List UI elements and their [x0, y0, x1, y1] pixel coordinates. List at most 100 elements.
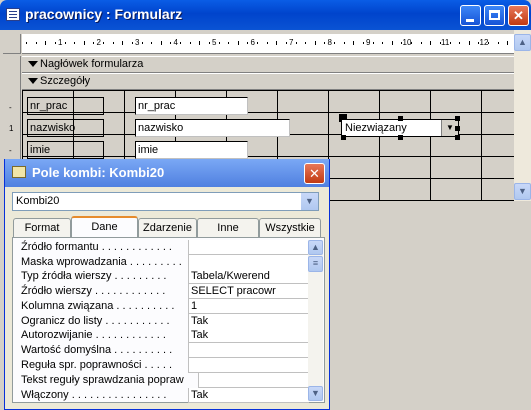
- property-value[interactable]: Tabela/Kwerend: [188, 269, 309, 284]
- ruler-tick: [35, 42, 37, 44]
- property-value[interactable]: [188, 343, 309, 358]
- section-form-header[interactable]: Nagłówek formularza: [22, 56, 514, 73]
- property-name: Kolumna związana . . . . . . . . . .: [21, 300, 175, 312]
- property-name: Reguła spr. poprawności . . . . .: [21, 359, 173, 371]
- dialog-title: Pole kombi: Kombi20: [32, 165, 165, 180]
- property-row[interactable]: Ogranicz do listy . . . . . . . . . . . T…: [18, 314, 309, 329]
- ruler-tick: [208, 42, 210, 44]
- object-select[interactable]: Kombi20 ▼: [12, 192, 319, 211]
- property-value[interactable]: [188, 240, 309, 255]
- property-row[interactable]: Źródło formantu . . . . . . . . . . . .: [18, 240, 309, 255]
- ruler-number: 1: [58, 38, 63, 47]
- resize-handle[interactable]: [455, 135, 460, 140]
- ruler-number: 12: [479, 38, 489, 47]
- property-value[interactable]: [198, 373, 309, 388]
- ruler-tick: [362, 42, 364, 44]
- chevron-down-icon[interactable]: ▼: [301, 193, 318, 210]
- ruler-tick: [218, 42, 220, 44]
- property-row[interactable]: Autorozwijanie . . . . . . . . . . . . Ta…: [18, 328, 309, 343]
- property-value[interactable]: [188, 358, 309, 373]
- ruler-tick: [507, 41, 509, 45]
- resize-handle[interactable]: [398, 135, 403, 140]
- property-name: Maska wprowadzania . . . . . . . . .: [21, 256, 182, 268]
- tab-wszystkie[interactable]: Wszystkie: [259, 218, 321, 237]
- form-icon: [6, 8, 20, 21]
- ruler-number: 6: [250, 38, 255, 47]
- ruler-tick: [247, 42, 249, 44]
- scroll-down-icon[interactable]: ▼: [514, 183, 531, 200]
- combo-value: Niezwiązany: [345, 122, 407, 134]
- property-value[interactable]: Tak: [188, 328, 309, 343]
- property-name: Źródło formantu . . . . . . . . . . . .: [21, 241, 172, 253]
- ruler-tick: [382, 42, 384, 44]
- field-textbox[interactable]: nazwisko: [135, 119, 290, 137]
- field-textbox[interactable]: nr_prac: [135, 97, 248, 115]
- ruler-number: 3: [135, 38, 140, 47]
- property-name: Włączony . . . . . . . . . . . . . . . .: [21, 389, 167, 401]
- field-label[interactable]: nazwisko: [27, 119, 104, 137]
- property-value[interactable]: Tak: [188, 314, 309, 329]
- scroll-down-icon[interactable]: ▼: [308, 386, 323, 401]
- property-row[interactable]: Reguła spr. poprawności . . . . .: [18, 358, 309, 373]
- ruler-tick: [257, 42, 258, 44]
- tab-inne[interactable]: Inne: [197, 218, 259, 237]
- ruler-tick: [305, 42, 307, 44]
- ruler-tick: [199, 41, 201, 45]
- section-detail[interactable]: Szczegóły: [22, 73, 514, 90]
- scroll-thumb[interactable]: ≡: [308, 256, 323, 272]
- property-row[interactable]: Tekst reguły sprawdzania popraw: [18, 373, 309, 388]
- ruler-tick: [343, 42, 345, 44]
- window-title: pracownicy : Formularz: [25, 6, 183, 22]
- ruler-tick: [353, 41, 355, 45]
- property-value[interactable]: 1: [188, 299, 309, 314]
- ruler-tick: [391, 41, 393, 45]
- maximize-button[interactable]: [484, 5, 505, 26]
- ruler-tick: [122, 41, 124, 45]
- minimize-button[interactable]: [460, 5, 481, 26]
- tab-format[interactable]: Format: [13, 218, 71, 237]
- resize-handle[interactable]: [455, 126, 460, 131]
- property-row[interactable]: Wartość domyślna . . . . . . . . . .: [18, 343, 309, 358]
- field-label[interactable]: imie: [27, 141, 104, 159]
- ruler-number: 4: [173, 38, 178, 47]
- property-value[interactable]: Tak: [188, 388, 309, 403]
- property-row[interactable]: Kolumna związana . . . . . . . . . . 1: [18, 299, 309, 314]
- tab-zdarzenie[interactable]: Zdarzenie: [138, 218, 197, 237]
- close-button[interactable]: [508, 5, 529, 26]
- ruler-tick: [266, 42, 268, 44]
- property-value[interactable]: SELECT pracowr: [188, 284, 309, 299]
- ruler-tick: [64, 42, 66, 44]
- ruler-number: 9: [366, 38, 371, 47]
- resize-handle[interactable]: [455, 116, 460, 121]
- ruler-tick: [141, 42, 143, 44]
- ruler-tick: [131, 42, 133, 44]
- ruler-tick: [314, 41, 316, 45]
- dialog-close-button[interactable]: ✕: [304, 163, 325, 184]
- field-label[interactable]: nr_prac: [27, 97, 104, 115]
- ruler-tick: [334, 42, 335, 44]
- vertical-scrollbar[interactable]: ▲ ▼: [514, 30, 531, 201]
- ruler-tick: [54, 42, 56, 44]
- ruler-tick: [26, 42, 27, 44]
- horizontal-ruler[interactable]: 1 2 3 4 5 6 7 8 9 10 11 12: [22, 34, 514, 54]
- scroll-up-icon[interactable]: ▲: [308, 240, 323, 255]
- property-scrollbar[interactable]: ▲ ≡ ▼: [308, 240, 323, 401]
- ruler-tick: [324, 42, 326, 44]
- property-value[interactable]: [188, 255, 309, 270]
- property-row[interactable]: Włączony . . . . . . . . . . . . . . . .…: [18, 388, 309, 403]
- object-select-value: Kombi20: [16, 195, 60, 207]
- tab-dane[interactable]: Dane: [71, 216, 138, 238]
- resize-handle[interactable]: [341, 135, 346, 140]
- property-row[interactable]: Typ źródła wierszy . . . . . . . . . Tabe…: [18, 269, 309, 284]
- scroll-up-icon[interactable]: ▲: [514, 34, 531, 51]
- property-name: Ogranicz do listy . . . . . . . . . . .: [21, 315, 170, 327]
- ruler-tick: [276, 41, 278, 45]
- section-arrow-icon: [28, 61, 38, 67]
- ruler-tick: [449, 42, 451, 44]
- form-selector[interactable]: [3, 34, 21, 54]
- property-row[interactable]: Maska wprowadzania . . . . . . . . .: [18, 255, 309, 270]
- ruler-tick: [112, 42, 114, 44]
- resize-handle[interactable]: [398, 116, 403, 121]
- field-textbox[interactable]: imie: [135, 141, 248, 159]
- property-row[interactable]: Źródło wierszy . . . . . . . . . . . . SE…: [18, 284, 309, 299]
